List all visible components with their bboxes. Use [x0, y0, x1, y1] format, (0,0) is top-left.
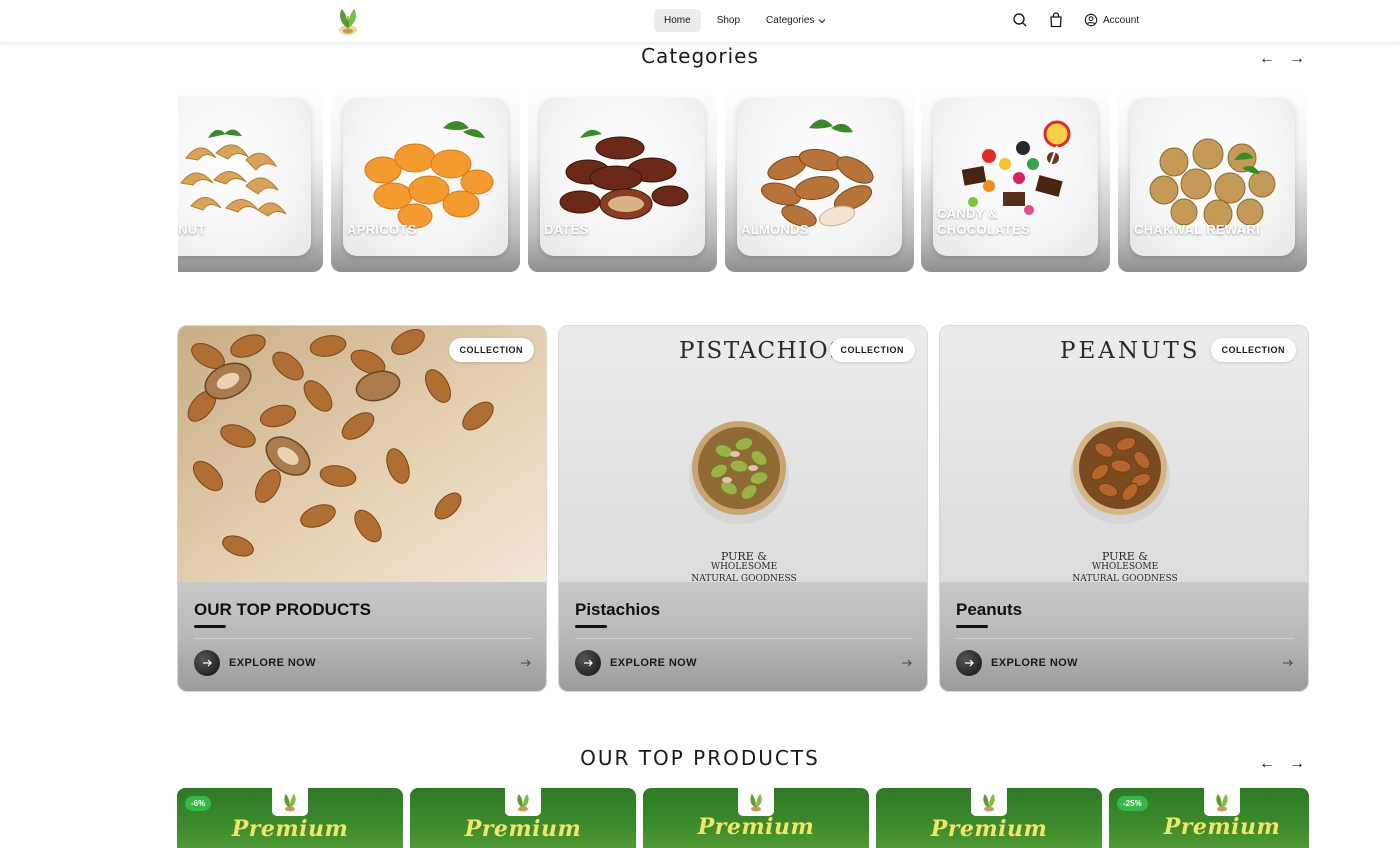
title-underline: [194, 625, 226, 628]
arrow-right-circle-icon: [575, 650, 601, 676]
collection-footer: Peanuts EXPLORE NOW: [940, 582, 1308, 691]
image-tagline-3: NATURAL GOODNESS: [1072, 574, 1178, 582]
pistachios-collection-image: PISTACHIOS PURE & WHOLESOME NATURAL GOOD…: [559, 326, 927, 582]
divider: [194, 638, 532, 639]
user-icon: [1084, 13, 1098, 27]
explore-now-label: EXPLORE NOW: [610, 657, 697, 669]
brand-logo-icon: [1204, 788, 1240, 816]
brand-logo-icon: [272, 788, 308, 816]
almonds-collection-image: [178, 326, 546, 582]
collection-title: OUR TOP PRODUCTS: [194, 600, 371, 619]
discount-badge: -6%: [185, 796, 212, 811]
arrow-right-icon[interactable]: [1282, 658, 1294, 668]
image-tagline-2: WHOLESOME: [710, 562, 778, 572]
nav-categories[interactable]: Categories: [756, 9, 836, 32]
category-card-almonds[interactable]: ALMONDS: [725, 86, 914, 272]
search-icon[interactable]: [1012, 12, 1028, 28]
image-tagline-3: NATURAL GOODNESS: [691, 574, 797, 582]
categories-arrows: ← →: [1259, 51, 1305, 67]
explore-now-label: EXPLORE NOW: [991, 657, 1078, 669]
category-card-chakwal-rewari[interactable]: CHAKWAL REWARI: [1118, 86, 1307, 272]
category-label: DATES: [544, 222, 589, 237]
brand-logo-icon: [971, 788, 1007, 816]
product-card[interactable]: Premium: [643, 788, 869, 848]
collection-badge: COLLECTION: [829, 338, 915, 362]
category-label: ALMONDS: [741, 222, 809, 237]
category-card-dates[interactable]: DATES: [528, 86, 717, 272]
divider: [956, 638, 1294, 639]
category-label: APRICOTS: [347, 222, 417, 237]
brand-logo-icon: [738, 788, 774, 816]
explore-now-label: EXPLORE NOW: [229, 657, 316, 669]
account-label: Account: [1103, 14, 1140, 26]
collection-footer: OUR TOP PRODUCTS EXPLORE NOW: [178, 582, 546, 691]
nav-shop[interactable]: Shop: [707, 9, 750, 32]
arrow-right-icon[interactable]: [901, 658, 913, 668]
brand-logo-icon: [505, 788, 541, 816]
collection-title: Pistachios: [575, 600, 661, 619]
category-card-apricots[interactable]: APRICOTS: [331, 86, 520, 272]
nav-shop-label: Shop: [716, 15, 741, 26]
collection-card-peanuts[interactable]: PEANUTS PURE & WHOLESOME NATURAL GOODNES…: [939, 325, 1309, 692]
category-label: CANDY & CHOCOLATES: [937, 206, 1031, 237]
category-card-candy[interactable]: CANDY & CHOCOLATES: [921, 86, 1110, 272]
collection-title: Peanuts: [956, 600, 1023, 619]
product-label-text: Premium: [930, 816, 1048, 842]
arrow-right-circle-icon: [956, 650, 982, 676]
title-underline: [575, 625, 607, 628]
arrow-right-icon[interactable]: [520, 658, 532, 668]
divider: [575, 638, 913, 639]
collection-badge: COLLECTION: [1210, 338, 1296, 362]
explore-now-button[interactable]: EXPLORE NOW: [956, 650, 1078, 676]
product-label-text: Premium: [697, 814, 815, 840]
chevron-down-icon: [819, 18, 826, 23]
title-underline: [956, 625, 988, 628]
product-label-text: Premium: [1163, 814, 1281, 840]
product-card[interactable]: Premium: [876, 788, 1102, 848]
arrow-right-circle-icon: [194, 650, 220, 676]
top-products-arrows: ← →: [1259, 756, 1305, 772]
collection-card-pistachios[interactable]: PISTACHIOS PURE & WHOLESOME NATURAL GOOD…: [558, 325, 928, 692]
top-products-title: OUR TOP PRODUCTS: [580, 746, 820, 770]
nav-categories-label: Categories: [766, 15, 815, 26]
main-nav: Home Shop Categories: [654, 9, 836, 32]
header-actions: Account: [1012, 12, 1139, 28]
peanuts-collection-image: PEANUTS PURE & WHOLESOME NATURAL GOODNES…: [940, 326, 1308, 582]
collection-footer: Pistachios EXPLORE NOW: [559, 582, 927, 691]
product-label-text: Premium: [464, 816, 582, 842]
peanuts-image-heading: PEANUTS: [1060, 338, 1201, 364]
nav-home-label: Home: [664, 15, 691, 26]
account-link[interactable]: Account: [1084, 13, 1139, 27]
category-card-cashews[interactable]: HEWS NUT: [178, 86, 323, 272]
explore-now-button[interactable]: EXPLORE NOW: [575, 650, 697, 676]
next-arrow-icon[interactable]: →: [1289, 51, 1305, 67]
discount-badge: -25%: [1117, 796, 1148, 811]
product-label-text: Premium: [231, 816, 349, 842]
image-tagline-2: WHOLESOME: [1091, 562, 1159, 572]
categories-title: Categories: [641, 44, 759, 68]
collection-card-top-products[interactable]: COLLECTION OUR TOP PRODUCTS EXPLORE NOW: [177, 325, 547, 692]
site-header: Home Shop Categories Account: [0, 0, 1400, 42]
category-label: HEWS NUT: [178, 222, 206, 237]
product-card[interactable]: -6% Premium: [177, 788, 403, 848]
categories-carousel: HEWS NUT APRICOTS: [178, 86, 1308, 274]
prev-arrow-icon[interactable]: ←: [1259, 756, 1275, 772]
explore-now-button[interactable]: EXPLORE NOW: [194, 650, 316, 676]
next-arrow-icon[interactable]: →: [1289, 756, 1305, 772]
collection-badge: COLLECTION: [448, 338, 534, 362]
leaf-nut-logo[interactable]: [336, 6, 360, 36]
category-label: CHAKWAL REWARI: [1134, 222, 1261, 237]
product-card[interactable]: -25% Premium: [1109, 788, 1309, 848]
shopping-bag-icon[interactable]: [1048, 12, 1064, 28]
product-card[interactable]: Premium: [410, 788, 636, 848]
nav-home[interactable]: Home: [654, 9, 701, 32]
pistachios-image-heading: PISTACHIOS: [679, 338, 847, 364]
prev-arrow-icon[interactable]: ←: [1259, 51, 1275, 67]
